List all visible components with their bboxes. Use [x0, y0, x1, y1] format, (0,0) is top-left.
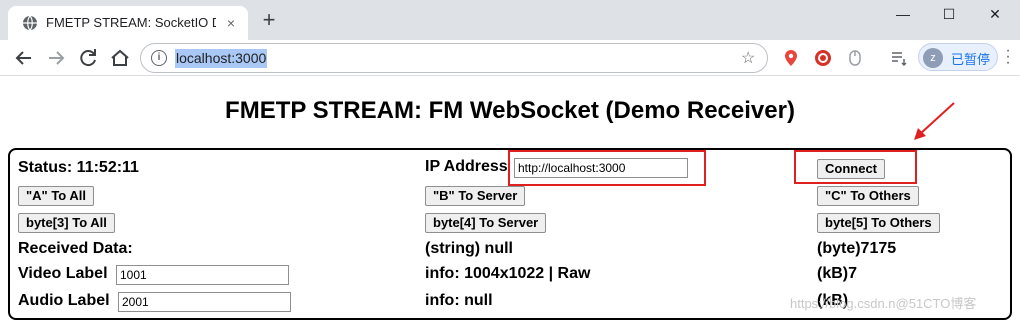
- connect-highlight-box: [794, 150, 917, 184]
- adblock-icon[interactable]: [814, 49, 832, 67]
- string-data-value: (string) null: [425, 240, 513, 257]
- video-kb: (kB)7: [817, 265, 858, 282]
- url-text[interactable]: localhost:3000: [175, 49, 268, 68]
- audio-label: Audio Label: [18, 292, 110, 309]
- byte3-to-all-button[interactable]: byte[3] To All: [18, 213, 115, 233]
- mouse-icon[interactable]: [846, 49, 864, 67]
- address-bar[interactable]: i localhost:3000 ☆: [140, 43, 768, 73]
- forward-arrow-icon[interactable]: [44, 46, 68, 70]
- star-icon[interactable]: ☆: [741, 48, 755, 68]
- location-pin-icon[interactable]: [782, 49, 800, 67]
- browser-tab[interactable]: FMETP STREAM: SocketIO Demo ×: [8, 6, 248, 40]
- tab-close-button[interactable]: ×: [222, 14, 240, 32]
- red-arrow-icon: [914, 102, 955, 140]
- video-info: info: 1004x1022 | Raw: [425, 265, 591, 282]
- ip-address-label: IP Address: [425, 158, 508, 175]
- received-data-label: Received Data:: [18, 240, 133, 257]
- byte4-to-server-button[interactable]: byte[4] To Server: [425, 213, 547, 233]
- profile-button[interactable]: z 已暂停: [918, 43, 998, 71]
- maximize-button[interactable]: ☐: [926, 0, 972, 30]
- status-text: Status: 11:52:11: [18, 159, 139, 176]
- video-label: Video Label: [18, 265, 108, 282]
- audio-info: info: null: [425, 292, 493, 309]
- browser-toolbar: i localhost:3000 ☆ z 已暂停 · · ·: [0, 40, 1020, 76]
- audio-label-input[interactable]: [118, 292, 291, 312]
- minimize-button[interactable]: —: [880, 0, 926, 30]
- watermark: https://blog.csdn.n@51CTO博客: [790, 296, 977, 311]
- byte-data-value: (byte)7175: [817, 240, 897, 257]
- avatar: z: [923, 48, 943, 68]
- video-label-input[interactable]: [116, 265, 289, 285]
- ip-highlight-box: [508, 150, 706, 186]
- back-arrow-icon[interactable]: [12, 46, 36, 70]
- tab-title: FMETP STREAM: SocketIO Demo: [46, 15, 216, 30]
- byte5-to-others-button[interactable]: byte[5] To Others: [817, 213, 940, 233]
- info-icon[interactable]: i: [151, 50, 167, 66]
- b-to-server-button[interactable]: "B" To Server: [425, 186, 526, 206]
- new-tab-button[interactable]: +: [258, 9, 280, 32]
- more-menu-icon[interactable]: · · ·: [1003, 43, 1013, 71]
- profile-status-label: 已暂停: [951, 52, 991, 67]
- page-title: FMETP STREAM: FM WebSocket (Demo Receive…: [225, 97, 795, 124]
- reading-list-icon[interactable]: [890, 49, 908, 67]
- globe-icon: [23, 15, 37, 31]
- a-to-all-button[interactable]: "A" To All: [18, 186, 94, 206]
- home-icon[interactable]: [108, 46, 132, 70]
- reload-icon[interactable]: [76, 46, 100, 70]
- c-to-others-button[interactable]: "C" To Others: [817, 186, 919, 206]
- browser-titlebar: FMETP STREAM: SocketIO Demo × + — ☐ ✕: [0, 0, 1020, 40]
- close-window-button[interactable]: ✕: [972, 0, 1018, 30]
